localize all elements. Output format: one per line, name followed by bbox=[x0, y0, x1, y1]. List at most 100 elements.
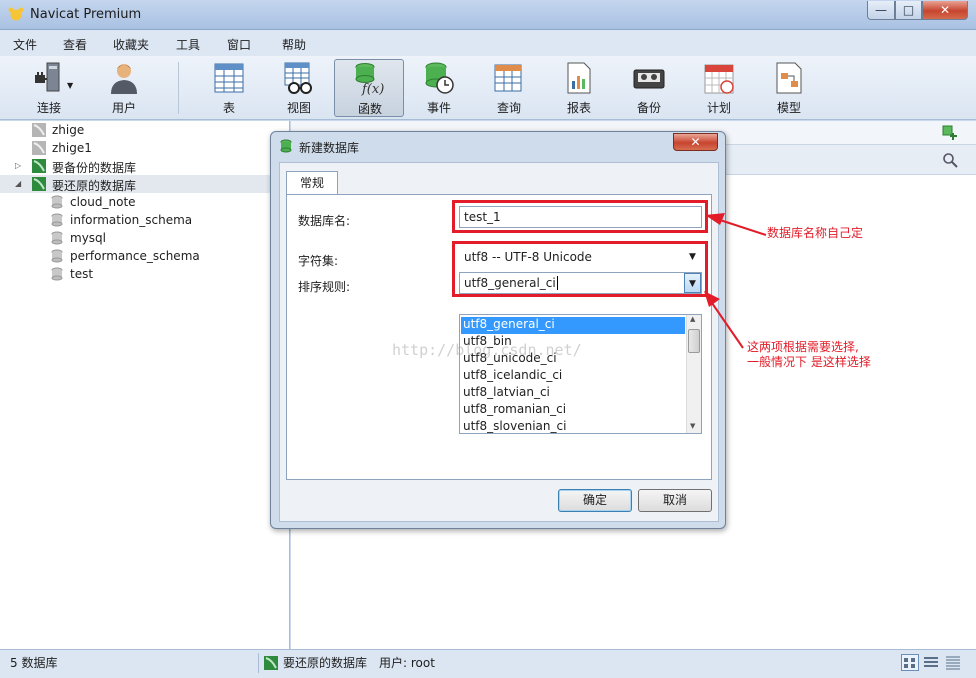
tree-database[interactable]: mysql bbox=[0, 229, 290, 247]
connection-tree: zhige zhige1 ▷ 要备份的数据库 ◢ 要还原的数据库 cloud_n… bbox=[0, 121, 290, 649]
new-tab-icon[interactable] bbox=[942, 125, 958, 141]
menu-tools[interactable]: 工具 bbox=[176, 36, 200, 53]
general-panel: 数据库名: test_1 字符集: utf8 -- UTF-8 Unicode … bbox=[286, 194, 712, 480]
database-icon bbox=[51, 213, 63, 227]
query-icon bbox=[494, 64, 522, 92]
connect-dropdown-icon[interactable]: ▼ bbox=[67, 81, 73, 90]
tree-connection-label: 要备份的数据库 bbox=[52, 161, 137, 175]
dialog-title: 新建数据库 bbox=[299, 141, 360, 155]
collation-label: 排序规则: bbox=[298, 280, 351, 294]
user-icon bbox=[111, 64, 137, 94]
menu-favorites[interactable]: 收藏夹 bbox=[113, 36, 149, 53]
connection-green-icon bbox=[264, 656, 278, 670]
window-title: Navicat Premium bbox=[30, 7, 142, 22]
toolbar-user[interactable]: 用户 bbox=[90, 59, 158, 117]
collation-dropdown-list[interactable]: utf8_general_ci utf8_bin utf8_unicode_ci… bbox=[459, 314, 702, 434]
tree-database[interactable]: cloud_note bbox=[0, 193, 290, 211]
toolbar-query[interactable]: 查询 bbox=[475, 59, 543, 117]
toolbar-function[interactable]: f(x) 函数 bbox=[334, 59, 404, 117]
highlight-box bbox=[452, 200, 708, 233]
toolbar-table[interactable]: 表 bbox=[195, 59, 263, 117]
toolbar-report-label: 报表 bbox=[566, 101, 591, 115]
menu-window[interactable]: 窗口 bbox=[227, 36, 251, 53]
tree-database-label: test bbox=[70, 267, 94, 281]
menu-bar: 文件 查看 收藏夹 工具 窗口 帮助 bbox=[0, 30, 976, 56]
tree-database[interactable]: test bbox=[0, 265, 290, 283]
backup-icon bbox=[633, 69, 665, 89]
annotation-arrow bbox=[705, 213, 767, 236]
tree-database-label: mysql bbox=[70, 231, 106, 245]
plug-icon bbox=[35, 62, 60, 92]
annotation-name-note: 数据库名称自己定 bbox=[767, 226, 864, 240]
tree-connection[interactable]: zhige1 bbox=[0, 139, 290, 157]
scroll-thumb[interactable] bbox=[688, 329, 700, 353]
tree-connection-selected[interactable]: ◢ 要还原的数据库 bbox=[0, 175, 290, 193]
list-item[interactable]: utf8_romanian_ci bbox=[461, 402, 685, 419]
status-db-count: 5 数据库 bbox=[10, 656, 58, 670]
tab-general[interactable]: 常规 bbox=[286, 171, 338, 195]
toolbar-view[interactable]: 视图 bbox=[265, 59, 333, 117]
tree-connection-label: zhige bbox=[52, 123, 85, 137]
scroll-down-icon[interactable]: ▼ bbox=[690, 422, 695, 430]
list-view-icon[interactable] bbox=[922, 654, 940, 671]
toolbar-connect[interactable]: ▼ 连接 bbox=[15, 59, 83, 117]
toolbar-model[interactable]: 模型 bbox=[755, 59, 823, 117]
maximize-button[interactable]: □ bbox=[895, 1, 922, 20]
cancel-button[interactable]: 取消 bbox=[638, 489, 712, 512]
tree-database[interactable]: performance_schema bbox=[0, 247, 290, 265]
report-icon bbox=[567, 62, 591, 94]
dropdown-scrollbar[interactable]: ▲ ▼ bbox=[686, 315, 701, 433]
scroll-up-icon[interactable]: ▲ bbox=[690, 315, 695, 323]
db-name-label: 数据库名: bbox=[298, 214, 351, 228]
list-item[interactable]: utf8_slovenian_ci bbox=[461, 419, 685, 433]
tree-connection-label: 要还原的数据库 bbox=[52, 179, 137, 193]
navicat-logo-icon bbox=[8, 7, 24, 21]
toolbar-function-label: 函数 bbox=[357, 102, 382, 116]
collapse-icon[interactable]: ◢ bbox=[15, 179, 21, 188]
toolbar-user-label: 用户 bbox=[111, 101, 136, 115]
tree-database[interactable]: information_schema bbox=[0, 211, 290, 229]
tree-connection[interactable]: zhige bbox=[0, 121, 290, 139]
minimize-button[interactable]: — bbox=[867, 1, 895, 20]
toolbar-separator bbox=[178, 62, 179, 114]
function-icon-text: f(x) bbox=[361, 82, 384, 96]
expand-icon[interactable]: ▷ bbox=[15, 161, 21, 170]
ok-button[interactable]: 确定 bbox=[558, 489, 632, 512]
menu-file[interactable]: 文件 bbox=[13, 36, 37, 53]
toolbar-backup[interactable]: 备份 bbox=[615, 59, 683, 117]
menu-help[interactable]: 帮助 bbox=[282, 36, 306, 53]
toolbar-table-label: 表 bbox=[222, 101, 235, 115]
close-button[interactable]: ✕ bbox=[922, 1, 968, 20]
status-connection: 要还原的数据库 bbox=[283, 656, 368, 670]
tree-connection[interactable]: ▷ 要备份的数据库 bbox=[0, 157, 290, 175]
highlight-box bbox=[452, 241, 708, 297]
toolbar-report[interactable]: 报表 bbox=[545, 59, 613, 117]
tree-database-label: information_schema bbox=[70, 213, 193, 227]
menu-view[interactable]: 查看 bbox=[63, 36, 87, 53]
grid-view-icon[interactable] bbox=[901, 654, 919, 671]
tree-connection-label: zhige1 bbox=[52, 141, 92, 155]
toolbar-event[interactable]: 事件 bbox=[405, 59, 473, 117]
toolbar-model-label: 模型 bbox=[776, 101, 801, 115]
detail-view-icon[interactable] bbox=[944, 654, 962, 671]
list-item-selected[interactable]: utf8_general_ci bbox=[461, 317, 685, 334]
database-icon bbox=[51, 195, 63, 209]
database-green-icon bbox=[280, 139, 292, 153]
status-bar: 5 数据库 要还原的数据库 用户: root bbox=[0, 649, 976, 678]
connection-green-icon bbox=[32, 159, 46, 173]
database-icon bbox=[51, 231, 63, 245]
connection-gray-icon bbox=[32, 123, 46, 137]
toolbar-schedule[interactable]: 计划 bbox=[685, 59, 753, 117]
list-item[interactable]: utf8_icelandic_ci bbox=[461, 368, 685, 385]
search-icon[interactable] bbox=[942, 152, 958, 168]
dialog-close-button[interactable]: ✕ bbox=[673, 133, 718, 151]
list-item[interactable]: utf8_latvian_ci bbox=[461, 385, 685, 402]
tree-database-label: performance_schema bbox=[70, 249, 200, 263]
new-database-dialog: 新建数据库 ✕ 常规 数据库名: test_1 字符集: utf8 -- UTF… bbox=[270, 131, 726, 529]
annotation-charset-note-2: 一般情况下 是这样选择 bbox=[747, 355, 871, 369]
charset-label: 字符集: bbox=[298, 254, 339, 268]
tree-database-label: cloud_note bbox=[70, 195, 136, 209]
table-icon bbox=[214, 63, 244, 93]
model-icon bbox=[776, 62, 802, 94]
function-icon: f(x) bbox=[355, 63, 384, 96]
